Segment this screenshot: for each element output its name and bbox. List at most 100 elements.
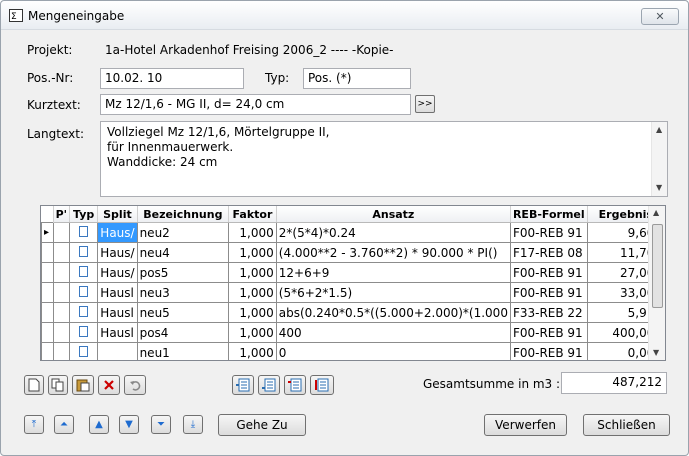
p-cell[interactable]	[52, 302, 71, 323]
col-typ[interactable]: Typ	[69, 206, 99, 223]
table-row[interactable]: Hausl pos4 1,000 400 F00-REB 91 400,000	[41, 322, 665, 343]
typ-cell[interactable]	[69, 322, 99, 343]
split-cell[interactable]: Hausl	[97, 302, 138, 323]
page-up-button[interactable]: ⏶	[54, 415, 74, 434]
split-cell[interactable]: Haus/	[97, 242, 138, 263]
p-cell[interactable]	[52, 322, 71, 343]
typ-cell[interactable]	[69, 262, 99, 283]
new-row-button[interactable]	[24, 375, 44, 395]
posnr-field[interactable]: 10.02. 10	[100, 68, 244, 89]
page-down-button[interactable]: ⏷	[151, 415, 171, 434]
table-row[interactable]: ▸ Haus/neu2 1,000 2*(5*4)*0.24 F00-REB 91 9,6…	[41, 222, 665, 243]
ansatz-cell[interactable]: abs(0.240*0.5*((5.000+2.000)*(1.000	[275, 302, 511, 323]
split-cell[interactable]: Haus/	[97, 262, 138, 283]
p-cell[interactable]	[52, 342, 71, 360]
reb-formel-cell[interactable]: F00-REB 91	[509, 282, 588, 303]
reb-formel-cell[interactable]: F00-REB 91	[509, 342, 588, 360]
faktor-cell[interactable]: 1,000	[228, 262, 277, 283]
typ-cell[interactable]	[69, 242, 99, 263]
row-indicator	[41, 262, 54, 283]
col-bezeichnung[interactable]: Bezeichnung	[137, 206, 230, 223]
kurztext-label: Kurztext:	[27, 98, 81, 112]
faktor-cell[interactable]: 1,000	[228, 322, 277, 343]
bezeichnung-cell[interactable]: neu2	[136, 222, 230, 243]
split-cell[interactable]	[97, 342, 138, 360]
delete-row-button[interactable]	[98, 375, 120, 395]
col-split[interactable]: Split	[97, 206, 138, 223]
mengen-table: P' Typ Split Bezeichnung Faktor Ansatz R…	[40, 205, 666, 361]
next-record-button[interactable]: ▼	[119, 415, 139, 434]
p-cell[interactable]	[52, 262, 71, 283]
copy-row-button[interactable]	[48, 375, 68, 395]
scroll-down-icon[interactable]: ▼	[656, 183, 662, 192]
p-cell[interactable]	[52, 242, 71, 263]
table-row[interactable]: Haus/neu4 1,000 (4.000**2 - 3.760**2) * 90…	[41, 242, 665, 263]
scroll-thumb[interactable]	[652, 224, 663, 308]
scroll-up-icon[interactable]: ▲	[656, 125, 662, 134]
ansatz-cell[interactable]: (5*6+2*1.5)	[275, 282, 511, 303]
kurztext-field[interactable]: Mz 12/1,6 - MG II, d= 24,0 cm	[100, 94, 411, 115]
table-row[interactable]: Hausl neu3 1,000 (5*6+2*1.5) F00-REB 91 33,00…	[41, 282, 665, 303]
p-cell[interactable]	[52, 222, 71, 243]
bezeichnung-cell[interactable]: neu1	[136, 342, 230, 360]
last-record-button[interactable]: ⤓	[183, 415, 203, 434]
table-row[interactable]: neu1 1,000 0 F00-REB 91 0,000	[41, 342, 665, 360]
ansatz-cell[interactable]: 0	[275, 342, 511, 360]
typ-cell[interactable]	[69, 302, 99, 323]
faktor-cell[interactable]: 1,000	[228, 282, 277, 303]
close-button[interactable]: ✕	[641, 8, 679, 25]
schliessen-button[interactable]: Schließen	[583, 414, 670, 436]
col-ansatz[interactable]: Ansatz	[276, 206, 511, 223]
col-p[interactable]: P'	[53, 206, 71, 223]
kurztext-expand-button[interactable]: >>	[415, 95, 435, 113]
faktor-cell[interactable]: 1,000	[228, 342, 277, 360]
col-faktor[interactable]: Faktor	[228, 206, 277, 223]
langtext-area[interactable]: Vollziegel Mz 12/1,6, Mörtelgruppe II, f…	[100, 121, 668, 197]
bezeichnung-cell[interactable]: pos5	[136, 262, 230, 283]
verwerfen-button[interactable]: Verwerfen	[484, 414, 567, 436]
faktor-cell[interactable]: 1,000	[228, 242, 277, 263]
undo-button[interactable]	[124, 375, 146, 395]
bezeichnung-cell[interactable]: neu3	[136, 282, 230, 303]
split-cell[interactable]: Hausl	[97, 282, 138, 303]
typ-cell[interactable]	[69, 282, 99, 303]
ansatz-cell[interactable]: 400	[275, 322, 511, 343]
faktor-cell[interactable]: 1,000	[228, 302, 277, 323]
ansatz-cell[interactable]: 12+6+9	[275, 262, 511, 283]
reb-formel-cell[interactable]: F00-REB 91	[509, 222, 588, 243]
ansatz-cell[interactable]: 2*(5*4)*0.24	[275, 222, 511, 243]
reb-formel-cell[interactable]: F17-REB 08	[509, 242, 588, 263]
table-scrollbar[interactable]: ▲ ▼	[648, 206, 665, 360]
typ-field[interactable]: Pos. (*)	[303, 68, 411, 89]
first-record-button[interactable]: ⤒	[24, 415, 44, 434]
scroll-down-icon[interactable]: ▼	[653, 348, 659, 357]
insert-row-above-button[interactable]	[232, 375, 254, 395]
reb-formel-cell[interactable]: F00-REB 91	[509, 262, 588, 283]
langtext-scrollbar[interactable]: ▲ ▼	[651, 122, 667, 196]
split-cell[interactable]: Haus/	[97, 222, 138, 243]
reb-formel-cell[interactable]: F33-REB 22	[509, 302, 588, 323]
bezeichnung-cell[interactable]: neu4	[136, 242, 230, 263]
move-row-button[interactable]	[284, 375, 306, 395]
table-row[interactable]: Haus/pos5 1,000 12+6+9 F00-REB 91 27,000	[41, 262, 665, 283]
table-row[interactable]: Hausl neu5 1,000 abs(0.240*0.5*((5.000+2.00…	[41, 302, 665, 323]
typ-cell[interactable]	[69, 342, 99, 360]
row-indicator	[41, 322, 54, 343]
insert-row-below-button[interactable]	[258, 375, 280, 395]
gehe-zu-button[interactable]: Gehe Zu	[218, 414, 306, 436]
faktor-cell[interactable]: 1,000	[228, 222, 277, 243]
p-cell[interactable]	[52, 282, 71, 303]
prev-record-button[interactable]: ▲	[89, 415, 109, 434]
bezeichnung-cell[interactable]: pos4	[136, 322, 230, 343]
double-chevron-up-bar-icon: ⤒	[31, 419, 37, 430]
ansatz-cell[interactable]: (4.000**2 - 3.760**2) * 90.000 * PI()	[275, 242, 511, 263]
bezeichnung-cell[interactable]: neu5	[136, 302, 230, 323]
scroll-up-icon[interactable]: ▲	[653, 208, 659, 217]
paste-button[interactable]	[72, 375, 94, 395]
typ-cell[interactable]	[69, 222, 99, 243]
title-bar: Σ Mengeneingabe ✕	[1, 1, 688, 30]
col-reb-formel[interactable]: REB-Formel	[510, 206, 588, 223]
reb-formel-cell[interactable]: F00-REB 91	[509, 322, 588, 343]
split-cell[interactable]: Hausl	[97, 322, 138, 343]
remove-row-button[interactable]	[310, 375, 334, 395]
